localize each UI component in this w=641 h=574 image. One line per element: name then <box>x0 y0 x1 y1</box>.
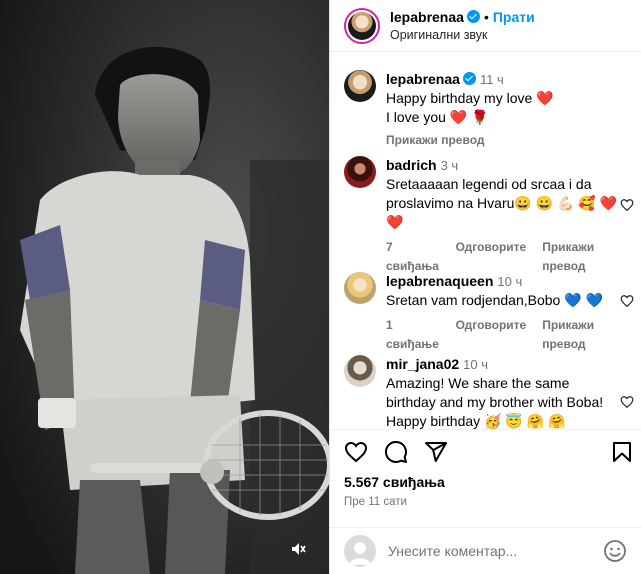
heart-icon[interactable] <box>620 294 634 308</box>
caption-comment: lepabrenaa 11 ч Happy birthday my love ❤️… <box>344 70 626 150</box>
comment-avatar[interactable] <box>344 272 376 304</box>
follow-button[interactable]: Прати <box>493 9 535 25</box>
comment-time: 10 ч <box>463 357 489 372</box>
comment-icon[interactable] <box>384 440 408 464</box>
post-media[interactable] <box>0 0 329 574</box>
verified-badge-icon <box>462 72 476 85</box>
current-user-avatar <box>344 535 376 567</box>
comment-likes-count[interactable]: 1 свиђање <box>386 316 440 354</box>
post-actions <box>344 440 634 468</box>
mute-button[interactable] <box>285 536 311 562</box>
comment-time: 10 ч <box>497 274 523 289</box>
comment-text: Amazing! We share the same <box>386 375 570 391</box>
heart-icon[interactable] <box>620 198 634 212</box>
author-username[interactable]: lepabrenaa <box>390 9 464 25</box>
audio-label[interactable]: Оригинални звук <box>390 26 535 44</box>
reply-button[interactable]: Одговорите <box>456 238 527 276</box>
comment-text: ❤️ <box>386 214 404 230</box>
comment-item: badrich 3 ч Sretaaaaan legendi od srcaa i… <box>344 156 634 276</box>
comment-text: I love you ❤️ 🌹 <box>386 109 489 125</box>
comments-list[interactable]: lepabrenaa 11 ч Happy birthday my love ❤️… <box>330 53 641 429</box>
emoji-icon[interactable] <box>603 539 627 563</box>
likes-count[interactable]: 5.567 свиђања <box>344 474 445 490</box>
divider <box>330 429 641 430</box>
comment-avatar[interactable] <box>344 355 376 387</box>
comment-time: 3 ч <box>440 158 459 173</box>
comment-avatar[interactable] <box>344 70 376 102</box>
add-comment-bar <box>330 527 641 574</box>
comment-text: birthday and my brother with Boba! <box>386 394 604 410</box>
like-heart-icon[interactable] <box>344 440 368 464</box>
verified-badge-icon <box>466 9 480 23</box>
comment-username[interactable]: lepabrenaqueen <box>386 273 493 289</box>
share-icon[interactable] <box>424 440 448 464</box>
comment-likes-count[interactable]: 7 свиђања <box>386 238 440 276</box>
translate-link[interactable]: Прикажи превод <box>542 316 626 354</box>
comment-time: 11 ч <box>479 72 504 87</box>
comment-text: Happy birthday my love ❤️ <box>386 90 554 106</box>
mute-icon <box>292 543 306 555</box>
bookmark-icon[interactable] <box>610 440 634 464</box>
tennis-player-photo <box>0 0 329 574</box>
post-header: lepabrenaa • Прати Оригинални звук <box>330 0 641 52</box>
separator-dot: • <box>483 8 489 25</box>
comment-text: Happy birthday 🥳 😇 🤗 🤗 <box>386 413 566 429</box>
post-time: Пре 11 сати <box>344 496 407 508</box>
translate-link[interactable]: Прикажи превод <box>542 238 626 276</box>
translate-link[interactable]: Прикажи превод <box>386 131 485 150</box>
comment-input[interactable] <box>388 543 603 559</box>
comment-item: lepabrenaqueen 10 ч Sretan vam rodjendan,… <box>344 272 634 354</box>
comment-text: Sretan vam rodjendan,Bobo 💙 💙 <box>386 292 603 308</box>
post-sidebar: lepabrenaa • Прати Оригинални звук lepabre… <box>329 0 641 574</box>
comment-item: mir_jana02 10 ч Amazing! We share the sam… <box>344 355 634 429</box>
comment-username[interactable]: lepabrenaa <box>386 71 460 87</box>
comment-text: proslavimo na Hvaru😀 😀 💪🏻 🥰 ❤️ <box>386 195 618 211</box>
comment-avatar[interactable] <box>344 156 376 188</box>
author-avatar[interactable] <box>344 7 380 44</box>
reply-button[interactable]: Одговорите <box>456 316 527 354</box>
heart-icon[interactable] <box>620 395 634 409</box>
comment-text: Sretaaaaan legendi od srcaa i da <box>386 176 592 192</box>
comment-username[interactable]: badrich <box>386 157 437 173</box>
comment-username[interactable]: mir_jana02 <box>386 356 459 372</box>
